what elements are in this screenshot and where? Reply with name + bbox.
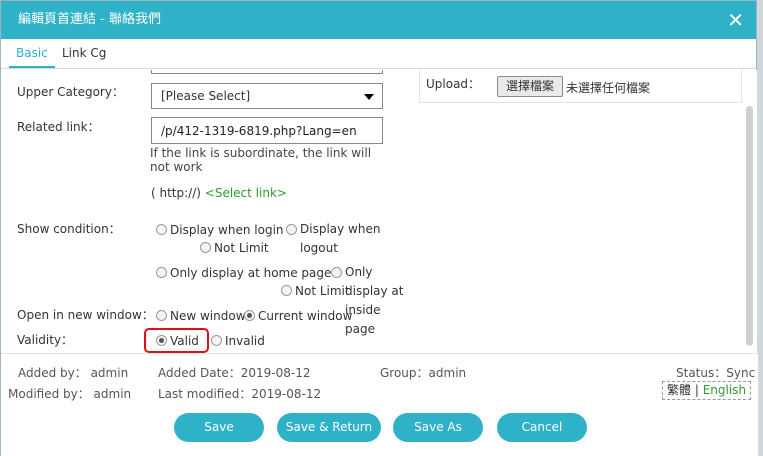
radio-display-when-login[interactable]: Display when login	[156, 223, 284, 237]
save-as-button[interactable]: Save As	[393, 413, 483, 442]
lang-traditional-chinese[interactable]: 繁體	[667, 383, 691, 397]
show-condition-label: Show condition：	[17, 222, 121, 236]
related-link-label: Related link：	[17, 120, 100, 134]
radio-icon	[211, 335, 222, 346]
upper-category-value: [Please Select]	[161, 89, 251, 103]
added-date: Added Date：2019-08-12	[158, 366, 311, 380]
edit-link-dialog: 編輯頁首連結 - 聯絡我們 ✕ Basic Link Cg Upper Cate…	[0, 0, 758, 456]
radio-not-limit-login[interactable]: Not Limit	[200, 241, 269, 255]
open-new-window-label: Open in new window：	[17, 308, 154, 322]
radio-icon	[200, 242, 211, 253]
dialog-footer: Save Save & Return Save As Cancel	[1, 403, 758, 456]
cut-off-field	[151, 70, 383, 74]
radio-new-window[interactable]: New window	[156, 309, 246, 323]
upper-category-select[interactable]: [Please Select]	[151, 83, 383, 109]
choose-file-button[interactable]: 選擇檔案	[497, 76, 564, 97]
option-label: Not Limit	[295, 284, 350, 298]
tab-link-cg[interactable]: Link Cg	[62, 46, 106, 60]
radio-valid[interactable]: Valid	[156, 334, 199, 348]
close-icon[interactable]: ✕	[727, 1, 744, 39]
dialog-title: 編輯頁首連結 - 聯絡我們	[18, 12, 161, 27]
cancel-button[interactable]: Cancel	[497, 413, 587, 442]
select-link-link[interactable]: <Select link>	[205, 186, 287, 200]
language-switcher: 繁體 | English	[662, 381, 752, 400]
radio-icon	[156, 224, 167, 235]
last-modified: Last modified：2019-08-12	[158, 387, 322, 401]
radio-only-inside-page[interactable]: Only display at inside page	[331, 265, 405, 339]
validity-label: Validity：	[17, 333, 74, 347]
tab-basic[interactable]: Basic	[9, 46, 55, 68]
option-label: Display when logout	[300, 222, 381, 255]
option-label: New window	[170, 309, 246, 323]
status-sync: Status：Sync	[676, 366, 756, 380]
lang-separator: |	[694, 383, 699, 397]
tab-bar: Basic Link Cg	[1, 39, 756, 69]
option-label: Display when login	[170, 223, 284, 237]
dialog-titlebar: 編輯頁首連結 - 聯絡我們 ✕	[1, 1, 756, 39]
radio-checked-icon	[156, 335, 167, 346]
radio-display-when-logout[interactable]: Display when logout	[286, 222, 384, 258]
option-label: Only display at home page	[170, 266, 332, 280]
related-link-hint: If the link is subordinate, the link wil…	[150, 146, 372, 174]
http-prefix: ( http://)	[151, 186, 201, 200]
link-prefix-text: ( http://) <Select link>	[151, 186, 287, 200]
upload-label: Upload：	[426, 77, 481, 91]
save-button[interactable]: Save	[174, 413, 264, 442]
radio-icon	[156, 267, 167, 278]
file-status-text: 未選擇任何檔案	[566, 81, 651, 95]
lang-english[interactable]: English	[703, 383, 746, 397]
scrollbar-thumb[interactable]	[746, 106, 753, 346]
chevron-down-icon	[364, 94, 374, 100]
option-label: Current window	[258, 309, 353, 323]
radio-only-home-page[interactable]: Only display at home page	[156, 266, 331, 280]
radio-current-window[interactable]: Current window	[244, 309, 352, 323]
radio-icon	[286, 224, 297, 235]
form-scroll-area[interactable]: Upper Category： [Please Select] Upload： …	[7, 70, 757, 353]
radio-checked-icon	[244, 310, 255, 321]
option-label: Invalid	[225, 334, 265, 348]
radio-icon	[156, 310, 167, 321]
related-link-input[interactable]	[151, 117, 383, 144]
radio-invalid[interactable]: Invalid	[211, 334, 265, 348]
radio-icon	[331, 267, 342, 278]
save-and-return-button[interactable]: Save & Return	[277, 413, 381, 442]
option-label: Not Limit	[214, 241, 269, 255]
upper-category-label: Upper Category：	[17, 85, 124, 99]
radio-not-limit-page[interactable]: Not Limit	[281, 284, 350, 298]
record-meta: Added by： admin Added Date：2019-08-12 Gr…	[1, 353, 758, 403]
option-label: Valid	[170, 334, 199, 348]
vertical-scrollbar[interactable]	[743, 70, 757, 353]
group: Group：admin	[380, 366, 467, 380]
option-label: Only display at inside page	[345, 265, 404, 336]
radio-icon	[281, 285, 292, 296]
added-by: Added by： admin	[18, 366, 129, 380]
modified-by: Modified by： admin	[8, 387, 132, 401]
